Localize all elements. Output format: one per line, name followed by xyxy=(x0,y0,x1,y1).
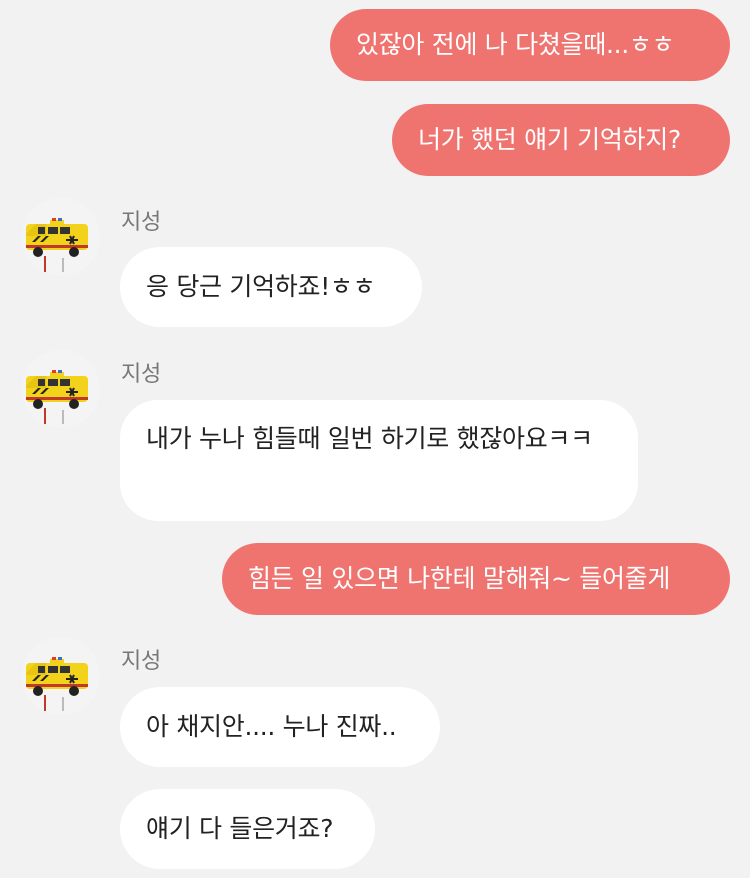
outgoing-message-bubble[interactable]: 있잖아 전에 나 다쳤을때...ㅎㅎ xyxy=(330,9,730,81)
contact-avatar[interactable] xyxy=(22,198,100,276)
outgoing-message-bubble[interactable]: 힘든 일 있으면 나한테 말해줘~ 들어줄게 xyxy=(222,543,730,615)
message-text: 아 채지안.... 누나 진짜.. xyxy=(146,712,397,741)
message-text: 너가 했던 얘기 기억하지? xyxy=(418,125,681,154)
ambulance-toy-icon xyxy=(22,637,100,715)
message-text: 있잖아 전에 나 다쳤을때...ㅎㅎ xyxy=(356,30,675,59)
message-text: 힘든 일 있으면 나한테 말해줘~ 들어줄게 xyxy=(248,564,671,593)
contact-name: 지성 xyxy=(121,649,161,674)
contact-name: 지성 xyxy=(121,210,161,235)
message-text: 응 당근 기억하죠!ㅎㅎ xyxy=(146,272,376,301)
contact-avatar[interactable] xyxy=(22,637,100,715)
contact-avatar[interactable] xyxy=(22,350,100,428)
outgoing-message-bubble[interactable]: 너가 했던 얘기 기억하지? xyxy=(392,104,730,176)
ambulance-toy-icon xyxy=(22,350,100,428)
contact-name: 지성 xyxy=(121,362,161,387)
incoming-message-bubble[interactable]: 내가 누나 힘들때 일번 하기로 했잖아요ㅋㅋ xyxy=(120,400,638,521)
message-text: 내가 누나 힘들때 일번 하기로 했잖아요ㅋㅋ xyxy=(146,424,593,453)
ambulance-toy-icon xyxy=(22,198,100,276)
incoming-message-bubble[interactable]: 아 채지안.... 누나 진짜.. xyxy=(120,687,440,767)
incoming-message-bubble[interactable]: 응 당근 기억하죠!ㅎㅎ xyxy=(120,247,422,327)
incoming-message-bubble[interactable]: 얘기 다 들은거죠? xyxy=(120,789,375,869)
message-text: 얘기 다 들은거죠? xyxy=(146,814,334,843)
